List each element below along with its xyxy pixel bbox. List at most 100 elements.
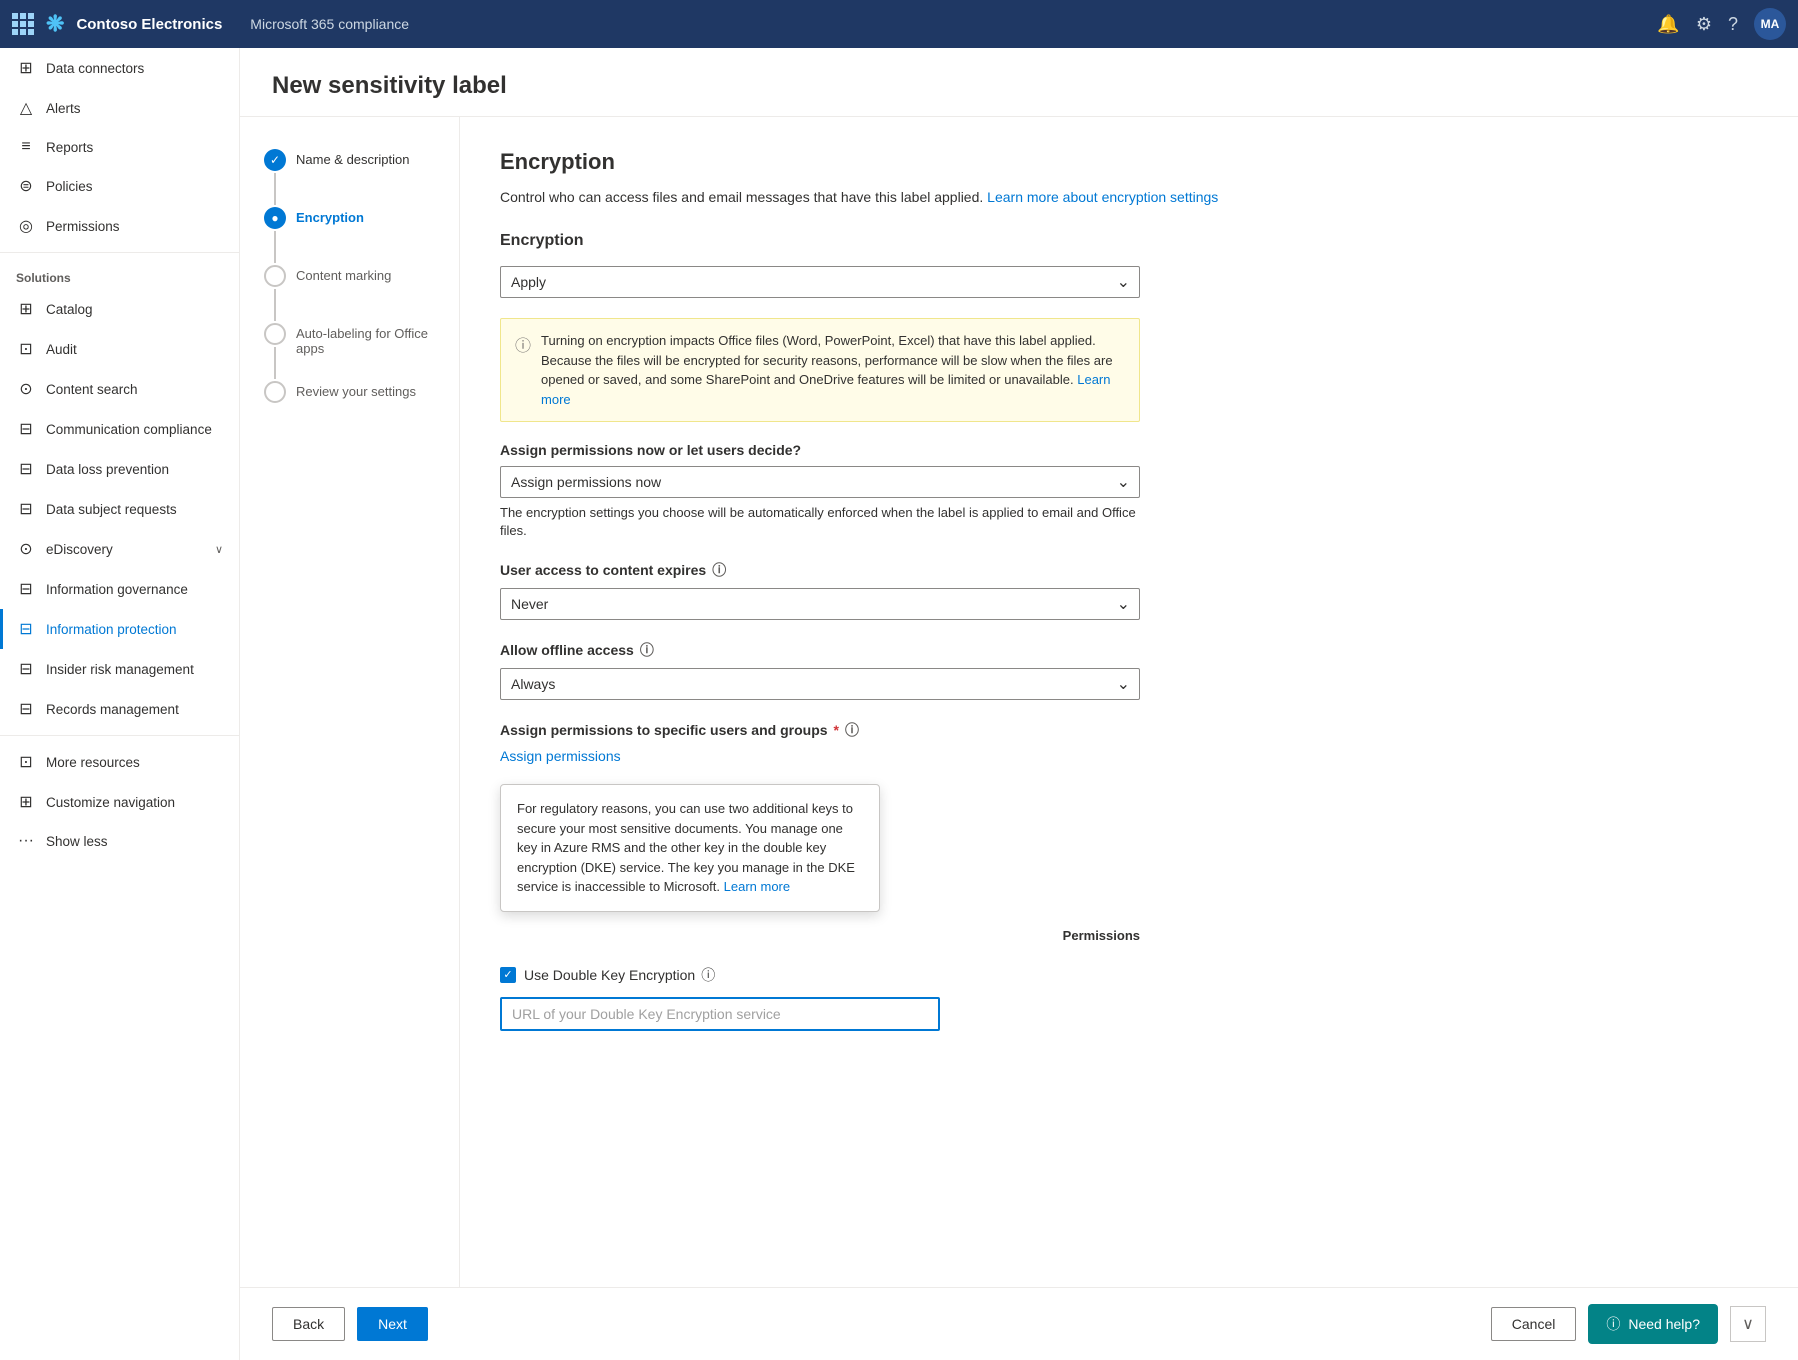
more-resources-icon: ⊡ — [16, 752, 36, 772]
required-indicator: * — [834, 722, 839, 738]
sidebar-item-label: Information governance — [46, 582, 188, 597]
step-circle-1: ✓ — [264, 149, 286, 171]
content-search-icon: ⊙ — [16, 379, 36, 399]
sidebar-item-show-less[interactable]: ··· Show less — [0, 822, 239, 860]
scroll-down-button[interactable]: ∨ — [1730, 1306, 1766, 1342]
sidebar-item-label: Alerts — [46, 101, 81, 116]
step-circle-3 — [264, 265, 286, 287]
records-management-icon: ⊟ — [16, 699, 36, 719]
offline-access-group: Allow offline access ⓘ Always Never Only… — [500, 640, 1758, 700]
sidebar-item-data-connectors[interactable]: ⊞ Data connectors — [0, 48, 239, 88]
sidebar-item-customize-navigation[interactable]: ⊞ Customize navigation — [0, 782, 239, 822]
sidebar-item-data-subject-requests[interactable]: ⊟ Data subject requests — [0, 489, 239, 529]
sidebar-item-insider-risk-management[interactable]: ⊟ Insider risk management — [0, 649, 239, 689]
sidebar-item-alerts[interactable]: △ Alerts — [0, 88, 239, 128]
tooltip-learn-more-link[interactable]: Learn more — [724, 879, 790, 894]
sidebar-item-label: Data subject requests — [46, 502, 177, 517]
reports-icon: ≡ — [16, 138, 36, 156]
step-label-4: Auto-labeling for Office apps — [296, 323, 435, 356]
cancel-button[interactable]: Cancel — [1491, 1307, 1577, 1341]
content-area: New sensitivity label ✓ Name & descripti… — [240, 48, 1798, 1360]
assign-permissions-link[interactable]: Assign permissions — [500, 748, 621, 764]
insider-risk-icon: ⊟ — [16, 659, 36, 679]
user-access-group: User access to content expires ⓘ Never O… — [500, 560, 1758, 620]
help-icon[interactable]: ? — [1728, 14, 1738, 35]
info-governance-icon: ⊟ — [16, 579, 36, 599]
assign-to-users-group: Assign permissions to specific users and… — [500, 720, 1758, 764]
user-access-select-wrapper: Never On a specific date A number of day… — [500, 588, 1140, 620]
alerts-icon: △ — [16, 98, 36, 118]
form-panel: Encryption Control who can access files … — [460, 117, 1798, 1287]
step-circle-2: ● — [264, 207, 286, 229]
sidebar-item-permissions[interactable]: ◎ Permissions — [0, 206, 239, 246]
step-label-5: Review your settings — [296, 381, 416, 399]
step-connector-3 — [274, 289, 276, 321]
dke-checkbox-label: Use Double Key Encryption ⓘ — [524, 965, 715, 985]
sidebar-item-reports[interactable]: ≡ Reports — [0, 128, 239, 166]
assign-permissions-group: Assign permissions now or let users deci… — [500, 442, 1758, 540]
sidebar-item-label: Show less — [46, 834, 108, 849]
user-access-info-icon[interactable]: ⓘ — [712, 560, 726, 580]
dke-checkbox[interactable]: ✓ — [500, 967, 516, 983]
step-label-2: Encryption — [296, 207, 364, 225]
sidebar-item-ediscovery[interactable]: ⊙ eDiscovery ∨ — [0, 529, 239, 569]
encryption-select[interactable]: Apply Remove None — [500, 266, 1140, 298]
step-circle-4 — [264, 323, 286, 345]
next-button[interactable]: Next — [357, 1307, 428, 1341]
sidebar-item-policies[interactable]: ⊜ Policies — [0, 166, 239, 206]
step-connector-4 — [274, 347, 276, 379]
dke-url-input[interactable] — [500, 997, 940, 1031]
assign-permissions-select[interactable]: Assign permissions now Let users assign … — [500, 466, 1140, 498]
need-help-button[interactable]: ⓘ Need help? — [1588, 1304, 1718, 1344]
assign-users-info-icon[interactable]: ⓘ — [845, 720, 859, 740]
offline-access-select-wrapper: Always Never Only for a number of days — [500, 668, 1140, 700]
topbar-actions: 🔔 ⚙ ? MA — [1657, 8, 1786, 40]
sidebar-item-records-management[interactable]: ⊟ Records management — [0, 689, 239, 729]
sidebar-item-label: Customize navigation — [46, 795, 175, 810]
back-button[interactable]: Back — [272, 1307, 345, 1341]
sidebar-item-audit[interactable]: ⊡ Audit — [0, 329, 239, 369]
sidebar-item-label: Permissions — [46, 219, 120, 234]
ediscovery-icon: ⊙ — [16, 539, 36, 559]
topbar: ❋ Contoso Electronics Microsoft 365 comp… — [0, 0, 1798, 48]
encryption-section-label: Encryption — [500, 232, 1758, 250]
comm-compliance-icon: ⊟ — [16, 419, 36, 439]
sidebar-item-information-governance[interactable]: ⊟ Information governance — [0, 569, 239, 609]
assign-permissions-helper: The encryption settings you choose will … — [500, 504, 1140, 540]
dke-info-icon[interactable]: ⓘ — [701, 965, 715, 985]
sidebar-item-label: Communication compliance — [46, 422, 212, 437]
sidebar-item-catalog[interactable]: ⊞ Catalog — [0, 289, 239, 329]
learn-more-link[interactable]: Learn more about encryption settings — [987, 189, 1218, 205]
sidebar-item-communication-compliance[interactable]: ⊟ Communication compliance — [0, 409, 239, 449]
dlp-icon: ⊟ — [16, 459, 36, 479]
audit-icon: ⊡ — [16, 339, 36, 359]
sidebar-item-data-loss-prevention[interactable]: ⊟ Data loss prevention — [0, 449, 239, 489]
sidebar-item-more-resources[interactable]: ⊡ More resources — [0, 742, 239, 782]
sidebar-item-label: Data connectors — [46, 61, 144, 76]
customize-nav-icon: ⊞ — [16, 792, 36, 812]
sidebar-item-label: Policies — [46, 179, 93, 194]
sidebar-item-label: More resources — [46, 755, 140, 770]
step-label-1: Name & description — [296, 149, 409, 167]
info-protection-icon: ⊟ — [16, 619, 36, 639]
chevron-down-icon: ∨ — [215, 543, 223, 556]
product-name: Microsoft 365 compliance — [250, 16, 409, 32]
assign-permissions-select-wrapper: Assign permissions now Let users assign … — [500, 466, 1140, 498]
user-access-select[interactable]: Never On a specific date A number of day… — [500, 588, 1140, 620]
page-header: New sensitivity label — [240, 48, 1798, 117]
settings-icon[interactable]: ⚙ — [1696, 14, 1712, 35]
dke-tooltip-popup: For regulatory reasons, you can use two … — [500, 784, 880, 912]
waffle-icon[interactable] — [12, 13, 34, 35]
step-name-description: ✓ Name & description — [264, 149, 435, 207]
notification-icon[interactable]: 🔔 — [1657, 14, 1679, 35]
sidebar-item-label: Audit — [46, 342, 77, 357]
catalog-icon: ⊞ — [16, 299, 36, 319]
permissions-header: Permissions — [500, 928, 1140, 949]
sidebar-item-content-search[interactable]: ⊙ Content search — [0, 369, 239, 409]
sidebar-item-label: eDiscovery — [46, 542, 113, 557]
sidebar-item-information-protection[interactable]: ⊟ Information protection — [0, 609, 239, 649]
user-avatar[interactable]: MA — [1754, 8, 1786, 40]
offline-access-info-icon[interactable]: ⓘ — [640, 640, 654, 660]
step-content-marking: Content marking — [264, 265, 435, 323]
offline-access-select[interactable]: Always Never Only for a number of days — [500, 668, 1140, 700]
